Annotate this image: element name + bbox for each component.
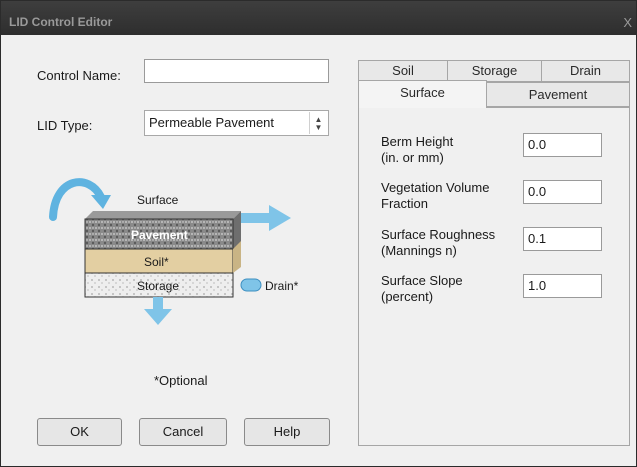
surface-roughness-label-line2: (Mannings n) bbox=[381, 243, 457, 258]
lid-diagram-graphic bbox=[49, 178, 291, 325]
surface-tab-panel: Berm Height (in. or mm) 0.0 Vegetation V… bbox=[358, 107, 630, 446]
vegetation-volume-label-line1: Vegetation Volume bbox=[381, 180, 490, 195]
optional-note: *Optional bbox=[154, 373, 208, 388]
lid-control-editor-window: LID Control Editor X Control Name: LID T… bbox=[0, 0, 637, 467]
tab-surface[interactable]: Surface bbox=[358, 80, 487, 108]
surface-layer-label: Surface bbox=[137, 193, 179, 207]
drain-label: Drain* bbox=[265, 279, 299, 293]
ok-button[interactable]: OK bbox=[37, 418, 122, 446]
spin-arrows-icon[interactable]: ▲ ▼ bbox=[309, 112, 327, 134]
storage-layer-label: Storage bbox=[137, 279, 180, 293]
vegetation-volume-label: Vegetation Volume Fraction bbox=[381, 180, 489, 212]
surface-roughness-label: Surface Roughness (Mannings n) bbox=[381, 227, 495, 259]
berm-height-input[interactable]: 0.0 bbox=[523, 133, 602, 157]
vegetation-volume-input[interactable]: 0.0 bbox=[523, 180, 602, 204]
tab-storage[interactable]: Storage bbox=[447, 60, 542, 82]
surface-roughness-input[interactable]: 0.1 bbox=[523, 227, 602, 251]
lid-type-select[interactable]: Permeable Pavement ▲ ▼ bbox=[144, 110, 329, 136]
berm-height-label: Berm Height (in. or mm) bbox=[381, 134, 453, 166]
title-bar: LID Control Editor X bbox=[1, 1, 636, 35]
window-title: LID Control Editor bbox=[9, 15, 113, 29]
pavement-layer-label: Pavement bbox=[131, 228, 188, 242]
berm-height-label-line2: (in. or mm) bbox=[381, 150, 444, 165]
surface-slope-label: Surface Slope (percent) bbox=[381, 273, 463, 305]
close-icon[interactable]: X bbox=[623, 15, 632, 30]
surface-slope-label-line2: (percent) bbox=[381, 289, 434, 304]
tab-drain[interactable]: Drain bbox=[541, 60, 630, 82]
tab-soil[interactable]: Soil bbox=[358, 60, 448, 82]
berm-height-label-line1: Berm Height bbox=[381, 134, 454, 149]
lid-type-label: LID Type: bbox=[37, 118, 93, 133]
lid-type-value: Permeable Pavement bbox=[149, 115, 275, 130]
surface-roughness-label-line1: Surface Roughness bbox=[381, 227, 496, 242]
soil-layer-label: Soil* bbox=[144, 255, 169, 269]
control-name-label: Control Name: bbox=[37, 68, 121, 83]
surface-slope-label-line1: Surface Slope bbox=[381, 273, 463, 288]
help-button[interactable]: Help bbox=[244, 418, 330, 446]
cancel-button[interactable]: Cancel bbox=[139, 418, 227, 446]
vegetation-volume-label-line2: Fraction bbox=[381, 196, 428, 211]
tab-pavement[interactable]: Pavement bbox=[486, 82, 630, 107]
control-name-input[interactable] bbox=[144, 59, 329, 83]
surface-slope-input[interactable]: 1.0 bbox=[523, 274, 602, 298]
lid-diagram: Surface Pavement Soil* Storage Drain* bbox=[41, 173, 321, 343]
